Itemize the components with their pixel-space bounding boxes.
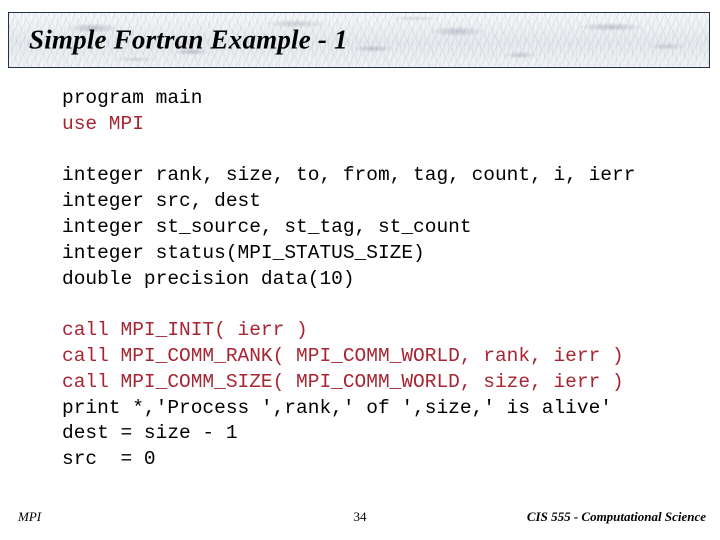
fortran-code-block: program main use MPI integer rank, size, t… — [62, 86, 635, 473]
slide-title-bar: Simple Fortran Example - 1 — [8, 12, 710, 68]
slide-footer: MPI 34 CIS 555 - Computational Science — [0, 509, 720, 531]
code-line: integer st_source, st_tag, st_count — [62, 215, 472, 238]
code-line: call MPI_INIT( ierr ) — [62, 319, 308, 342]
code-line: integer status(MPI_STATUS_SIZE) — [62, 241, 425, 264]
code-line: integer rank, size, to, from, tag, count… — [62, 164, 636, 187]
code-line: dest = size - 1 — [62, 422, 238, 445]
code-line: src = 0 — [62, 448, 156, 471]
code-line: integer src, dest — [62, 190, 261, 213]
code-line: double precision data(10) — [62, 267, 355, 290]
code-line: use MPI — [62, 112, 144, 135]
code-line: call MPI_COMM_SIZE( MPI_COMM_WORLD, size… — [62, 370, 624, 393]
code-line: print *,'Process ',rank,' of ',size,' is… — [62, 396, 612, 419]
page-title: Simple Fortran Example - 1 — [29, 24, 348, 55]
code-line: call MPI_COMM_RANK( MPI_COMM_WORLD, rank… — [62, 344, 624, 367]
footer-right-label: CIS 555 - Computational Science — [526, 509, 706, 524]
code-line: program main — [62, 87, 203, 109]
